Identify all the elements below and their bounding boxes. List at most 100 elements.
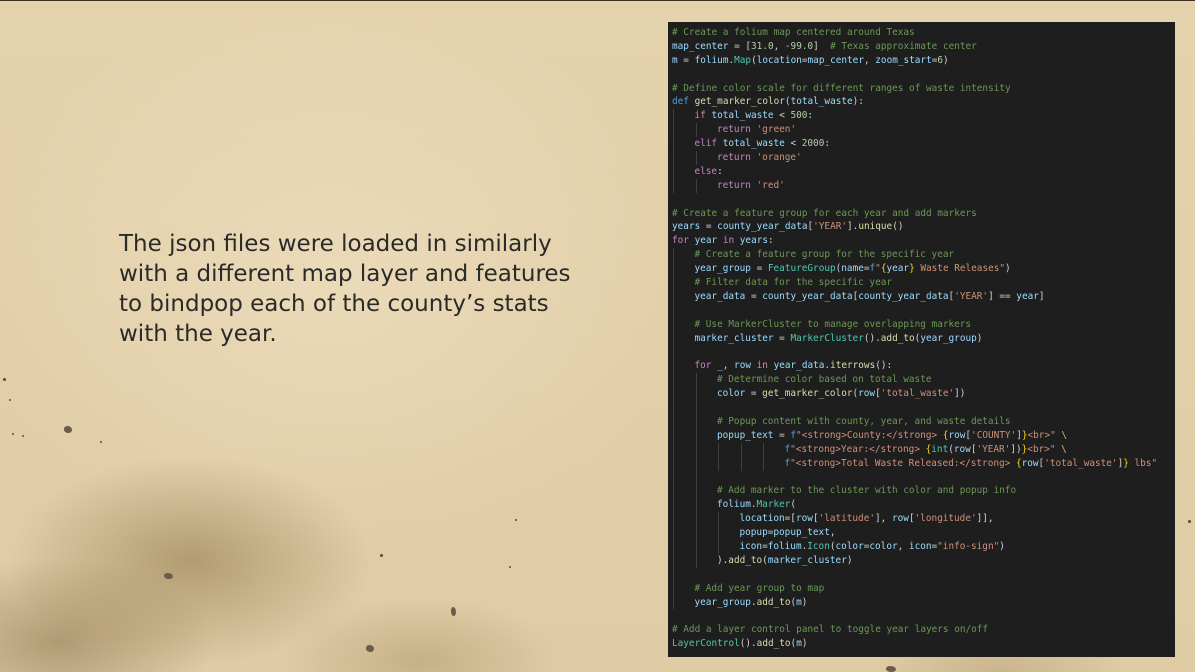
- code-line: years = county_year_data['YEAR'].unique(…: [672, 220, 1171, 234]
- code-line: return 'orange': [672, 151, 1171, 165]
- indent-guide: [673, 248, 674, 263]
- code-token-func: unique: [858, 221, 893, 233]
- code-line-content: color = get_marker_color(row['total_wast…: [672, 388, 965, 399]
- indent-guide: [740, 442, 742, 457]
- indent-guide: [673, 345, 674, 360]
- code-token-string: Waste Releases": [914, 263, 1006, 275]
- indent-guide: [673, 553, 674, 568]
- code-token-var: row: [858, 388, 876, 400]
- indent-guide: [673, 178, 674, 193]
- code-line: icon=folium.Icon(color=color, icon="info…: [672, 539, 1171, 554]
- code-token-func: get_marker_color: [762, 388, 853, 400]
- indent-guide: [673, 581, 674, 596]
- code-token-plain: = [: [728, 40, 752, 52]
- code-token-string: 'red': [756, 179, 785, 191]
- code-token-plain: :: [768, 235, 774, 247]
- code-line: popup_text = f"<strong>County:</strong> …: [672, 428, 1171, 443]
- code-line: # Add marker to the cluster with color a…: [672, 484, 1171, 499]
- indent-guide: [695, 512, 697, 527]
- code-line: [672, 470, 1171, 485]
- indent-guide: [763, 442, 764, 457]
- indent-guide: [673, 470, 674, 485]
- code-token-class: FeatureGroup: [767, 263, 836, 275]
- indent-guide: [695, 414, 697, 429]
- code-token-var: year_group: [920, 332, 977, 344]
- code-line-content: for _, row in year_data.iterrows():: [672, 360, 893, 372]
- code-line-content: # Filter data for the specific year: [672, 277, 893, 288]
- code-token-control: for: [694, 360, 712, 372]
- code-token-comment: # Texas approximate center: [830, 40, 977, 52]
- indent-guide: [673, 401, 674, 415]
- code-line-content: def get_marker_color(total_waste):: [672, 96, 864, 107]
- indent-guide: [740, 456, 742, 471]
- code-line-content: year_group.add_to(m): [672, 596, 808, 608]
- code-token-string: 'total_waste': [880, 388, 955, 400]
- indent-guide: [673, 137, 674, 152]
- indent-guide: [673, 484, 674, 499]
- code-token-class: MarkerCluster: [790, 332, 864, 344]
- indent-guide: [673, 331, 674, 346]
- code-token-var: years: [672, 221, 701, 233]
- code-token-var: row: [948, 429, 966, 441]
- code-token-plain: =: [773, 332, 791, 344]
- code-line-content: # Use MarkerCluster to manage overlappin…: [672, 319, 972, 330]
- code-token-var: color: [835, 540, 864, 552]
- code-line: f"<strong>Total Waste Released:</strong>…: [672, 456, 1171, 471]
- code-line-content: # Popup content with county, year, and w…: [672, 416, 1011, 427]
- code-token-control: in: [722, 235, 735, 247]
- indent-guide: [673, 109, 674, 124]
- code-token-plain: ): [801, 596, 808, 608]
- code-token-number: 2000: [801, 138, 825, 150]
- code-line-content: # Create a folium map centered around Te…: [672, 27, 915, 38]
- indent-guide: [673, 387, 674, 402]
- code-token-plain: (): [892, 221, 904, 233]
- code-token-func: add_to: [728, 554, 763, 566]
- indent-guide: [695, 428, 697, 443]
- code-token-var: marker_cluster: [767, 554, 847, 566]
- code-line: marker_cluster = MarkerCluster().add_to(…: [672, 331, 1171, 346]
- indent-guide: [673, 414, 674, 429]
- indent-guide: [673, 373, 674, 388]
- pebble: [366, 645, 374, 652]
- code-line: def get_marker_color(total_waste):: [672, 95, 1171, 109]
- code-line-content: # Create a feature group for the specifi…: [672, 249, 955, 260]
- code-token-control: return: [717, 124, 751, 136]
- code-token-string: "<strong>County:</strong>: [796, 429, 943, 441]
- code-line-content: years = county_year_data['YEAR'].unique(…: [672, 221, 903, 232]
- code-token-string: "info-sign": [937, 540, 1000, 552]
- code-token-var: location: [739, 513, 785, 525]
- code-token-plain: =: [750, 263, 768, 275]
- indent-guide: [673, 289, 674, 304]
- code-line-content: [672, 569, 695, 580]
- code-token-comment: # Popup content with county, year, and w…: [717, 415, 1011, 427]
- code-token-plain: <: [784, 138, 802, 150]
- code-token-plain: ]): [1010, 443, 1022, 455]
- sand-speck: [380, 554, 383, 557]
- pebble: [64, 426, 72, 433]
- indent-guide: [673, 595, 674, 610]
- code-line: map_center = [31.0, -99.0] # Texas appro…: [672, 40, 1171, 54]
- code-token-plain: ): [846, 554, 853, 566]
- code-token-plain: ): [1005, 263, 1011, 275]
- code-token-var: total_waste: [722, 138, 785, 150]
- code-token-var: years: [739, 235, 769, 247]
- code-line-content: [672, 305, 695, 316]
- code-token-string: 'latitude': [818, 513, 875, 525]
- indent-guide: [695, 151, 697, 165]
- code-line: [672, 303, 1171, 318]
- code-snippet-panel: # Create a folium map centered around Te…: [668, 22, 1175, 657]
- code-token-control: in: [756, 360, 768, 372]
- code-line-content: map_center = [31.0, -99.0] # Texas appro…: [672, 41, 977, 52]
- code-line: # Use MarkerCluster to manage overlappin…: [672, 317, 1171, 332]
- code-line-content: location=[row['latitude'], row['longitud…: [672, 513, 994, 524]
- code-token-plain: <: [773, 110, 791, 122]
- code-token-control: return: [717, 179, 751, 191]
- code-line: year_group.add_to(m): [672, 595, 1171, 610]
- indent-guide: [695, 526, 697, 540]
- code-token-string: 'YEAR': [813, 221, 848, 233]
- code-token-esc: \: [1061, 429, 1068, 441]
- indent-guide: [695, 373, 697, 388]
- indent-guide: [673, 567, 674, 582]
- code-token-plain: ]: [1038, 290, 1045, 302]
